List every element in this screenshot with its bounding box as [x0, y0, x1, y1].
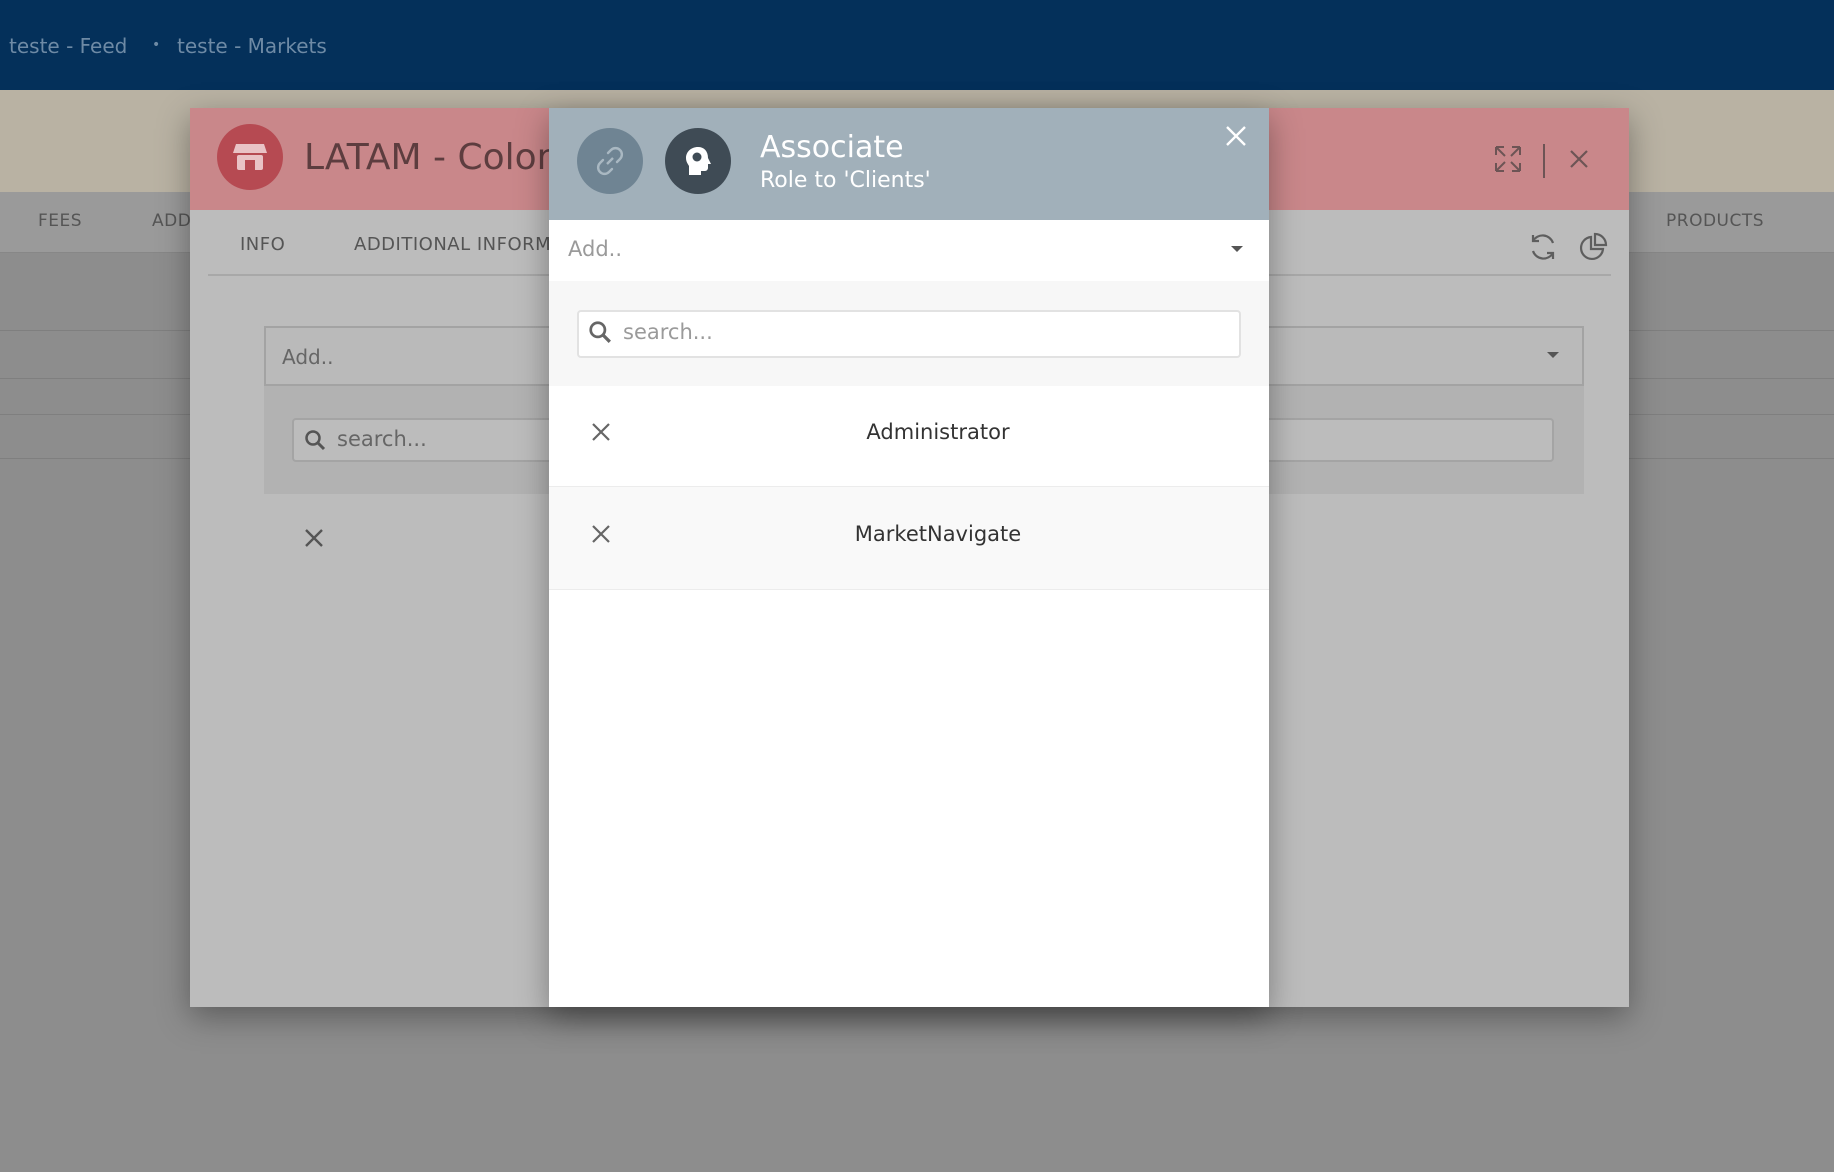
list-item-label: MarketNavigate [854, 522, 1022, 546]
back-add-select-label: Add.. [282, 345, 334, 369]
add-role-select[interactable] [549, 220, 1269, 282]
pie-chart-icon[interactable] [1578, 232, 1608, 262]
crumb-separator: • [152, 37, 161, 53]
tab-add[interactable]: ADD [152, 211, 191, 231]
search-placeholder: search... [623, 320, 713, 344]
crumb-markets[interactable]: teste - Markets [177, 34, 327, 58]
associate-subtitle: Role to 'Clients' [760, 168, 931, 193]
close-icon[interactable] [1570, 150, 1588, 168]
expand-icon[interactable] [1494, 145, 1522, 173]
back-search-placeholder: search... [337, 427, 427, 451]
search-icon [305, 430, 326, 451]
tab-fees[interactable]: FEES [38, 211, 82, 231]
associate-modal-header [549, 108, 1269, 220]
list-item-label: Administrator [866, 420, 1010, 444]
store-icon [217, 124, 283, 190]
add-role-select-label: Add.. [568, 237, 623, 261]
link-icon [577, 128, 643, 194]
tab-products[interactable]: PRODUCTS [1666, 211, 1764, 231]
chevron-down-icon [1547, 352, 1559, 358]
chevron-down-icon [1231, 246, 1243, 252]
close-icon[interactable] [1222, 122, 1250, 150]
refresh-icon[interactable] [1528, 232, 1558, 262]
head-brain-icon [665, 128, 731, 194]
remove-icon[interactable] [304, 528, 324, 548]
crumb-feed[interactable]: teste - Feed [9, 34, 127, 58]
search-icon [589, 321, 611, 343]
tab-info[interactable]: INFO [240, 234, 285, 255]
tab-additional-information[interactable]: ADDITIONAL INFORM [354, 234, 551, 255]
associate-title: Associate [760, 130, 904, 165]
header-divider [1543, 144, 1545, 178]
